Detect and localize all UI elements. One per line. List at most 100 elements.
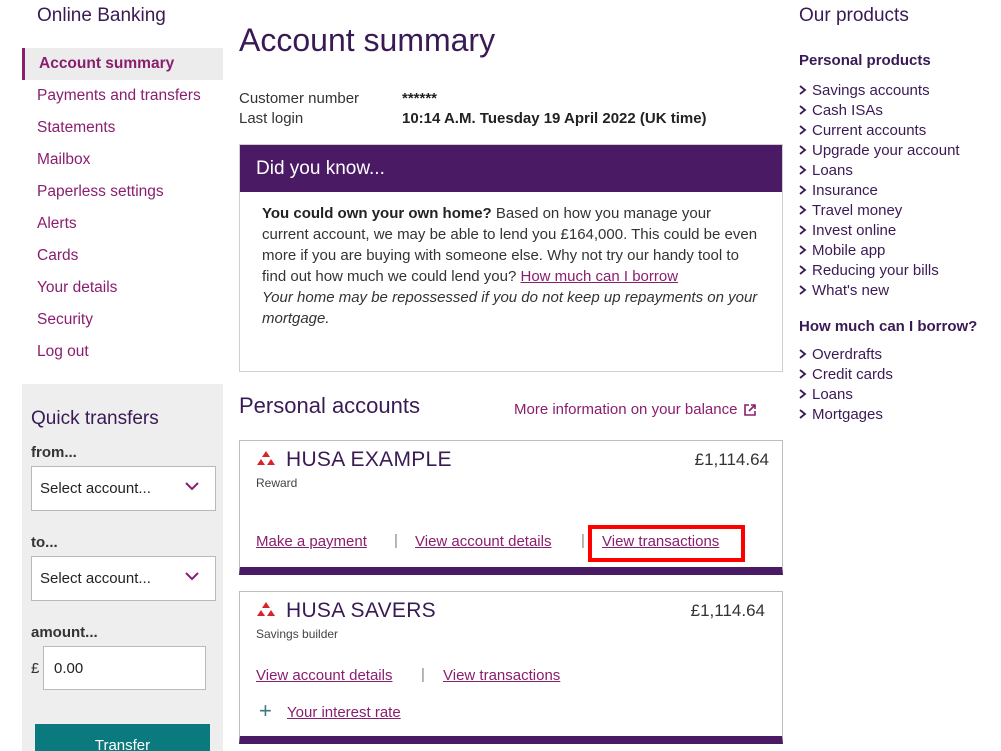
product-link[interactable]: Savings accounts [799,80,960,100]
view-transactions-link[interactable]: View transactions [602,533,719,550]
borrow-link[interactable]: Credit cards [799,364,893,384]
view-account-details-link[interactable]: View account details [256,667,392,684]
from-label: from... [31,444,77,461]
link-separator: | [421,666,425,683]
borrow-link[interactable]: Mortgages [799,404,893,424]
amount-label: amount... [31,624,98,641]
customer-number-label: Customer number [239,90,360,107]
did-you-know-heading: Did you know... [240,145,782,192]
natwest-logo-icon [257,602,275,616]
sidebar-item-payments[interactable]: Payments and transfers [22,80,223,112]
chevron-right-icon [799,205,807,215]
transfer-button[interactable]: Transfer [35,724,210,751]
product-label: Travel money [812,201,903,219]
chevron-right-icon [799,349,807,359]
view-account-details-link[interactable]: View account details [415,533,551,550]
chevron-right-icon [799,185,807,195]
sidebar-title: Online Banking [37,5,166,26]
product-link[interactable]: Cash ISAs [799,100,960,120]
chevron-down-icon [185,572,199,581]
customer-labels: Customer number Last login [239,89,359,129]
product-label: Mobile app [812,241,886,259]
to-label: to... [31,534,58,551]
product-link[interactable]: Current accounts [799,120,960,140]
product-link[interactable]: What's new [799,280,960,300]
sidebar-item-your-details[interactable]: Your details [22,272,223,304]
customer-number-value: ****** [402,90,438,107]
product-link[interactable]: Insurance [799,180,960,200]
chevron-right-icon [799,225,807,235]
borrow-list: Overdrafts Credit cards Loans Mortgages [799,344,893,424]
product-label: What's new [812,281,890,299]
make-a-payment-link[interactable]: Make a payment [256,533,367,550]
product-label: Insurance [812,181,878,199]
sidebar-item-log-out[interactable]: Log out [22,336,223,368]
sidebar-item-account-summary[interactable]: Account summary [22,48,223,80]
chevron-down-icon [185,482,199,491]
sidebar-item-statements[interactable]: Statements [22,112,223,144]
product-label: Reducing your bills [812,261,939,279]
borrow-label: Overdrafts [812,345,883,363]
borrow-title: How much can I borrow? [799,318,978,335]
chevron-right-icon [799,165,807,175]
chevron-right-icon [799,389,807,399]
personal-products-list: Savings accounts Cash ISAs Current accou… [799,80,960,300]
product-link[interactable]: Reducing your bills [799,260,960,280]
link-separator: | [394,532,398,549]
sidebar-item-security[interactable]: Security [22,304,223,336]
sidebar-item-alerts[interactable]: Alerts [22,208,223,240]
sidebar-item-cards[interactable]: Cards [22,240,223,272]
amount-input[interactable] [43,646,206,690]
borrow-link[interactable]: Loans [799,384,893,404]
repossession-disclaimer: Your home may be repossessed if you do n… [262,289,758,327]
chevron-right-icon [799,265,807,275]
account-balance: £1,114.64 [690,601,765,620]
product-link[interactable]: Loans [799,160,960,180]
currency-symbol: £ [31,660,40,677]
product-link[interactable]: Travel money [799,200,960,220]
how-much-can-i-borrow-link[interactable]: How much can I borrow [521,268,679,285]
to-account-value: Select account... [40,570,151,587]
quick-transfers-title: Quick transfers [31,408,159,429]
last-login-label: Last login [239,110,304,127]
chevron-right-icon [799,85,807,95]
product-link[interactable]: Invest online [799,220,960,240]
personal-accounts-title: Personal accounts [239,393,420,418]
link-separator: | [581,532,585,549]
products-title: Our products [799,5,909,26]
account-name: HUSA EXAMPLE [286,448,452,471]
did-you-know-panel: Did you know... You could own your own h… [239,144,783,372]
chevron-right-icon [799,105,807,115]
external-link-icon [744,403,757,416]
from-account-select[interactable]: Select account... [31,466,216,511]
page-title: Account summary [239,22,496,58]
quick-transfers-panel: Quick transfers from... Select account..… [22,384,223,751]
left-sidebar: Online Banking Account summary Payments … [22,0,223,751]
view-transactions-link[interactable]: View transactions [443,667,560,684]
product-link[interactable]: Upgrade your account [799,140,960,160]
product-label: Loans [812,161,853,179]
account-card-husa-savers: HUSA SAVERS Savings builder £1,114.64 Vi… [239,591,783,744]
product-label: Savings accounts [812,81,930,99]
sidebar-item-mailbox[interactable]: Mailbox [22,144,223,176]
product-link[interactable]: Mobile app [799,240,960,260]
more-info-label: More information on your balance [514,401,738,418]
chevron-right-icon [799,125,807,135]
natwest-logo-icon [257,451,275,465]
chevron-right-icon [799,285,807,295]
did-you-know-bold: You could own your own home? [262,205,492,222]
product-label: Cash ISAs [812,101,883,119]
to-account-select[interactable]: Select account... [31,556,216,601]
chevron-right-icon [799,245,807,255]
account-type: Reward [256,476,298,490]
sidebar-nav: Account summary Payments and transfers S… [22,48,223,368]
your-interest-rate-link[interactable]: Your interest rate [287,704,401,721]
more-info-balance-link[interactable]: More information on your balance [514,401,757,418]
from-account-value: Select account... [40,480,151,497]
customer-values: ****** 10:14 A.M. Tuesday 19 April 2022 … [402,89,707,129]
borrow-link[interactable]: Overdrafts [799,344,893,364]
sidebar-item-paperless[interactable]: Paperless settings [22,176,223,208]
chevron-right-icon [799,409,807,419]
chevron-right-icon [799,145,807,155]
borrow-label: Mortgages [812,405,883,423]
